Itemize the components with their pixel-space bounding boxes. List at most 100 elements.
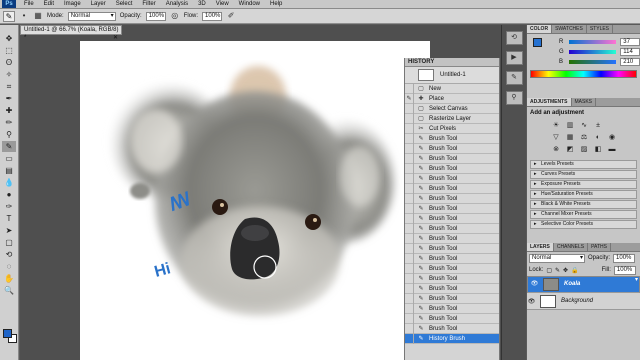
history-source-toggle[interactable] (405, 163, 414, 174)
adjustment-preset-item[interactable]: Black & White Presets (530, 200, 637, 209)
menu-window[interactable]: Window (234, 1, 265, 7)
history-dock-icon[interactable]: ⟲ (505, 31, 523, 45)
eye-icon[interactable]: 👁 (530, 281, 539, 288)
history-source-toggle[interactable] (405, 143, 414, 154)
color-balance-icon[interactable]: ⚖ (579, 133, 589, 142)
brush-panel-icon[interactable]: ▦ (33, 11, 43, 21)
history-step[interactable]: ✎ Brush Tool (405, 253, 499, 264)
healing-tool-icon[interactable]: ✚ (2, 105, 16, 116)
history-source-toggle[interactable] (405, 173, 414, 184)
3d-orbit-tool-icon[interactable]: ◌ (2, 261, 16, 272)
color-spectrum-bar[interactable] (530, 70, 637, 78)
gradient-tool-icon[interactable]: ▤ (2, 165, 16, 176)
adjustment-preset-item[interactable]: Channel Mixer Presets (530, 210, 637, 219)
menu-3d[interactable]: 3D (193, 1, 211, 7)
history-source-toggle[interactable] (405, 263, 414, 274)
adjustment-preset-item[interactable]: Levels Presets (530, 160, 637, 169)
move-tool-icon[interactable]: ✥ (2, 33, 16, 44)
history-source-toggle[interactable] (405, 333, 414, 344)
history-source-toggle[interactable] (405, 293, 414, 304)
menu-file[interactable]: File (19, 1, 39, 7)
3d-rotate-tool-icon[interactable]: ⟲ (2, 249, 16, 260)
photo-filter-icon[interactable]: ◉ (607, 133, 617, 142)
history-source-toggle[interactable] (405, 153, 414, 164)
history-step[interactable]: ✎ Brush Tool (405, 163, 499, 174)
history-source-toggle[interactable] (405, 243, 414, 254)
lock-pixels-icon[interactable]: ✎ (555, 267, 560, 274)
history-brush-tool-icon[interactable]: ✎ (2, 141, 16, 152)
blur-tool-icon[interactable]: 💧 (2, 177, 16, 188)
adjustment-preset-item[interactable]: Selective Color Presets (530, 220, 637, 229)
clone-source-dock-icon[interactable]: ⚲ (505, 91, 523, 105)
history-step[interactable]: ✎ Brush Tool (405, 213, 499, 224)
layer-background[interactable]: 👁 Background (527, 293, 640, 310)
layer-opacity-field[interactable]: 100% (613, 253, 636, 263)
history-source-toggle[interactable] (405, 303, 414, 314)
history-step[interactable]: ✎ Brush Tool (405, 133, 499, 144)
posterize-icon[interactable]: ▨ (579, 145, 589, 154)
zoom-tool-icon[interactable]: 🔍 (2, 285, 16, 296)
adjustment-preset-item[interactable]: Hue/Saturation Presets (530, 190, 637, 199)
history-source-toggle[interactable] (405, 83, 414, 94)
hue-saturation-icon[interactable]: ▦ (565, 133, 575, 142)
history-source-toggle[interactable] (405, 123, 414, 134)
history-step[interactable]: ✎ Brush Tool (405, 313, 499, 324)
lock-position-icon[interactable]: ✥ (563, 267, 568, 274)
tab-paths[interactable]: PATHS (588, 243, 611, 251)
tab-color[interactable]: COLOR (527, 25, 553, 33)
fill-field[interactable]: 100% (613, 265, 636, 275)
history-snapshot[interactable]: Untitled-1 (405, 67, 499, 84)
history-source-toggle[interactable] (405, 213, 414, 224)
exposure-icon[interactable]: ± (593, 121, 603, 130)
black-white-icon[interactable]: ◐ (593, 133, 603, 142)
history-source-toggle[interactable] (405, 183, 414, 194)
history-step[interactable]: ✎ Brush Tool (405, 173, 499, 184)
history-source-toggle[interactable] (405, 273, 414, 284)
history-step[interactable]: ✎ ✚ Place (405, 93, 499, 104)
history-step[interactable]: ✎ History Brush (405, 333, 499, 344)
history-step[interactable]: ✎ Brush Tool (405, 153, 499, 164)
history-step[interactable]: ✎ Brush Tool (405, 203, 499, 214)
tab-adjustments[interactable]: ADJUSTMENTS (527, 98, 572, 106)
history-source-toggle[interactable] (405, 323, 414, 334)
layer-koala[interactable]: 👁 Koala (527, 276, 640, 293)
history-source-toggle[interactable] (405, 313, 414, 324)
threshold-icon[interactable]: ◧ (593, 145, 603, 154)
history-step[interactable]: ✎ Brush Tool (405, 303, 499, 314)
eyedropper-tool-icon[interactable]: ✒ (2, 93, 16, 104)
history-step[interactable]: ✎ Brush Tool (405, 183, 499, 194)
hand-tool-icon[interactable]: ✋ (2, 273, 16, 284)
opacity-pressure-icon[interactable]: ◎ (170, 11, 180, 21)
history-source-toggle[interactable] (405, 283, 414, 294)
menu-filter[interactable]: Filter (137, 1, 160, 7)
brightness-icon[interactable]: ☀ (551, 121, 561, 130)
history-step[interactable]: ✎ Brush Tool (405, 283, 499, 294)
foreground-color-swatch[interactable] (3, 329, 12, 338)
tab-swatches[interactable]: SWATCHES (552, 25, 587, 33)
menu-view[interactable]: View (211, 1, 234, 7)
history-step[interactable]: ✎ Brush Tool (405, 293, 499, 304)
history-step[interactable]: ✎ Brush Tool (405, 193, 499, 204)
channel-mixer-icon[interactable]: ⊗ (551, 145, 561, 154)
brush-tool-icon[interactable]: ✏ (2, 117, 16, 128)
crop-tool-icon[interactable]: ⌗ (2, 81, 16, 92)
history-source-toggle[interactable] (405, 133, 414, 144)
tab-styles[interactable]: STYLES (587, 25, 614, 33)
curves-icon[interactable]: ∿ (579, 121, 589, 130)
history-source-toggle[interactable] (405, 113, 414, 124)
history-step[interactable]: ▢ New (405, 83, 499, 94)
channel-r-slider[interactable] (568, 40, 617, 44)
lasso-tool-icon[interactable]: ʘ (2, 57, 16, 68)
pen-tool-icon[interactable]: ✑ (2, 201, 16, 212)
channel-g-slider[interactable] (568, 50, 617, 54)
history-step[interactable]: ✎ Brush Tool (405, 143, 499, 154)
eye-icon[interactable]: 👁 (527, 298, 536, 305)
dodge-tool-icon[interactable]: ● (2, 189, 16, 200)
history-source-toggle[interactable] (405, 193, 414, 204)
menu-layer[interactable]: Layer (86, 1, 111, 7)
opacity-field[interactable]: 100% (145, 11, 166, 21)
quick-select-tool-icon[interactable]: ✧ (2, 69, 16, 80)
menu-select[interactable]: Select (111, 1, 138, 7)
tab-masks[interactable]: MASKS (572, 98, 597, 106)
history-source-toggle[interactable] (405, 233, 414, 244)
